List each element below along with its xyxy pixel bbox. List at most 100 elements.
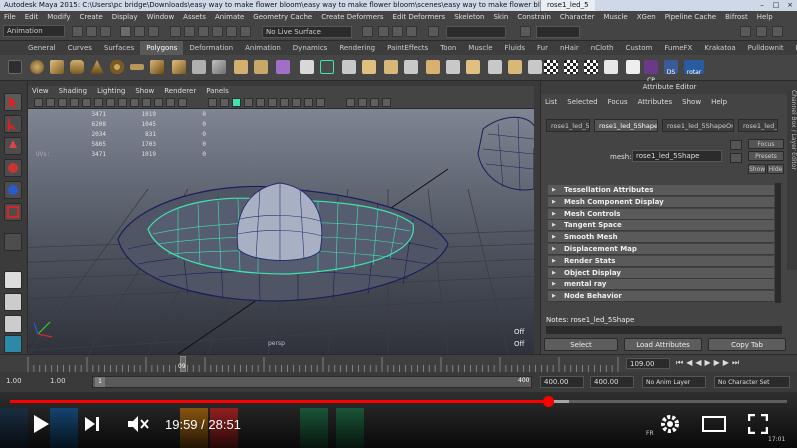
xray-joints-icon[interactable] [370,98,379,107]
collapse-icon[interactable] [466,60,480,74]
show-button[interactable]: Show [748,164,766,174]
next-icon[interactable] [84,416,100,434]
smooth-icon[interactable] [234,60,248,74]
search-field[interactable] [536,26,580,38]
viewport-menu-lighting[interactable]: Lighting [97,86,125,96]
single-pane-layout-icon[interactable] [4,271,22,289]
poly-sphere-icon[interactable] [30,60,44,74]
ae-menu-attributes[interactable]: Attributes [638,98,673,106]
rotate-tool-icon[interactable] [4,181,22,199]
menu-skeleton[interactable]: Skeleton [454,11,484,23]
menu-window[interactable]: Window [147,11,175,23]
shelf-tab-general[interactable]: General [22,41,62,55]
playback-end-field[interactable]: 400.00 [540,376,584,388]
close-icon[interactable]: × [783,0,797,11]
lasso-tool-icon[interactable] [4,115,22,133]
uv-editor-icon[interactable] [276,60,290,74]
shelf-menu-icon[interactable] [8,60,22,74]
viewport-menu-show[interactable]: Show [135,86,154,96]
poly-cylinder-icon[interactable] [70,60,84,74]
shelf-tab-fumefx[interactable]: FumeFX [658,41,698,55]
select-button[interactable]: Select [544,338,618,351]
presets-button[interactable]: Presets [748,151,784,161]
menu-help[interactable]: Help [757,11,773,23]
anim-layer-dropdown[interactable]: No Anim Layer [642,376,706,388]
2d-pan-icon[interactable] [82,98,91,107]
viewport-menu-renderer[interactable]: Renderer [164,86,196,96]
menu-set-dropdown[interactable]: Animation [3,25,65,37]
cp-shelf-button[interactable]: CP [644,60,658,84]
xray-components-icon[interactable] [382,98,391,107]
minimize-icon[interactable]: – [755,0,769,11]
character-set-dropdown[interactable]: No Character Set [714,376,790,388]
load-attributes-button[interactable]: Load Attributes [624,338,702,351]
offset-edge-loop-icon[interactable] [404,60,418,74]
menu-animate[interactable]: Animate [215,11,244,23]
maximize-icon[interactable]: □ [769,0,783,11]
menu-constrain[interactable]: Constrain [517,11,551,23]
current-time-field[interactable]: 109.00 [626,358,670,369]
menu-pipeline-cache[interactable]: Pipeline Cache [665,11,716,23]
outliner-layout-icon[interactable] [4,335,22,353]
ae-menu-show[interactable]: Show [682,98,701,106]
section-tangent-space[interactable]: Tangent Space [548,220,774,232]
spherical-map-icon[interactable] [528,60,542,74]
extrude-icon[interactable] [300,60,314,74]
new-scene-icon[interactable] [72,26,83,37]
menu-create[interactable]: Create [79,11,102,23]
shelf-tab-krakatoa[interactable]: Krakatoa [698,41,741,55]
menu-bifrost[interactable]: Bifrost [725,11,748,23]
attribute-editor-toggle-icon[interactable] [756,26,767,37]
snap-plane-icon[interactable] [226,26,237,37]
poly-cone-icon[interactable] [90,60,104,74]
section-mental-ray[interactable]: mental ray [548,279,774,291]
channel-box-side-tab[interactable]: Channel Box / Layer Editor [787,90,797,270]
merge-icon[interactable] [446,60,460,74]
use-all-lights-icon[interactable] [256,98,265,107]
shelf-tab-fluids[interactable]: Fluids [499,41,531,55]
selected-object-tab[interactable]: rose1_led_5 [540,0,595,11]
poly-torus-icon[interactable] [110,60,124,74]
section-object-display[interactable]: Object Display [548,267,774,279]
split-polygon-icon[interactable] [362,60,376,74]
textured-icon[interactable] [244,98,253,107]
last-tool-icon[interactable] [4,233,22,251]
select-hierarchy-icon[interactable] [120,26,131,37]
safe-title-icon[interactable] [178,98,187,107]
depth-of-field-icon[interactable] [316,98,325,107]
ae-tab-rose1-led-5[interactable]: rose1_led_5 [546,119,590,132]
mesh-name-field[interactable]: rose1_led_5Shape [632,150,722,162]
extract-icon[interactable] [212,60,226,74]
menu-file[interactable]: File [4,11,16,23]
menu-modify[interactable]: Modify [47,11,70,23]
start-time-field[interactable]: 1.00 [6,377,22,385]
play-icon[interactable] [32,414,50,436]
shelf-tab-ncloth[interactable]: nCloth [585,41,620,55]
render-settings-icon[interactable] [406,26,417,37]
section-displacement-map[interactable]: Displacement Map [548,244,774,255]
x-icon[interactable] [626,60,640,74]
shelf-tab-toon[interactable]: Toon [434,41,462,55]
section-mesh-controls[interactable]: Mesh Controls [548,208,774,220]
ipr-render-icon[interactable] [392,26,403,37]
poly-prism-icon[interactable] [150,60,164,74]
menu-geometry-cache[interactable]: Geometry Cache [253,11,312,23]
shelf-tab-rendering[interactable]: Rendering [333,41,381,55]
menu-create-deformers[interactable]: Create Deformers [321,11,383,23]
menu-edit-deformers[interactable]: Edit Deformers [393,11,446,23]
shelf-tab-curves[interactable]: Curves [62,41,98,55]
xray-icon[interactable] [358,98,367,107]
mask-icon[interactable] [170,26,181,37]
live-icon[interactable] [240,26,251,37]
isolate-select-icon[interactable] [346,98,355,107]
bridge-icon[interactable] [320,60,334,74]
field-chart-icon[interactable] [154,98,163,107]
bevel-icon[interactable] [426,60,440,74]
video-scrubber-handle[interactable] [543,396,555,407]
shelf-tab-fur[interactable]: Fur [531,41,554,55]
cylindrical-map-icon[interactable] [508,60,522,74]
four-pane-layout-icon[interactable] [4,293,22,311]
viewport-menu-panels[interactable]: Panels [206,86,229,96]
shadows-icon[interactable] [268,98,277,107]
range-end-handle[interactable]: 400 [518,377,529,384]
